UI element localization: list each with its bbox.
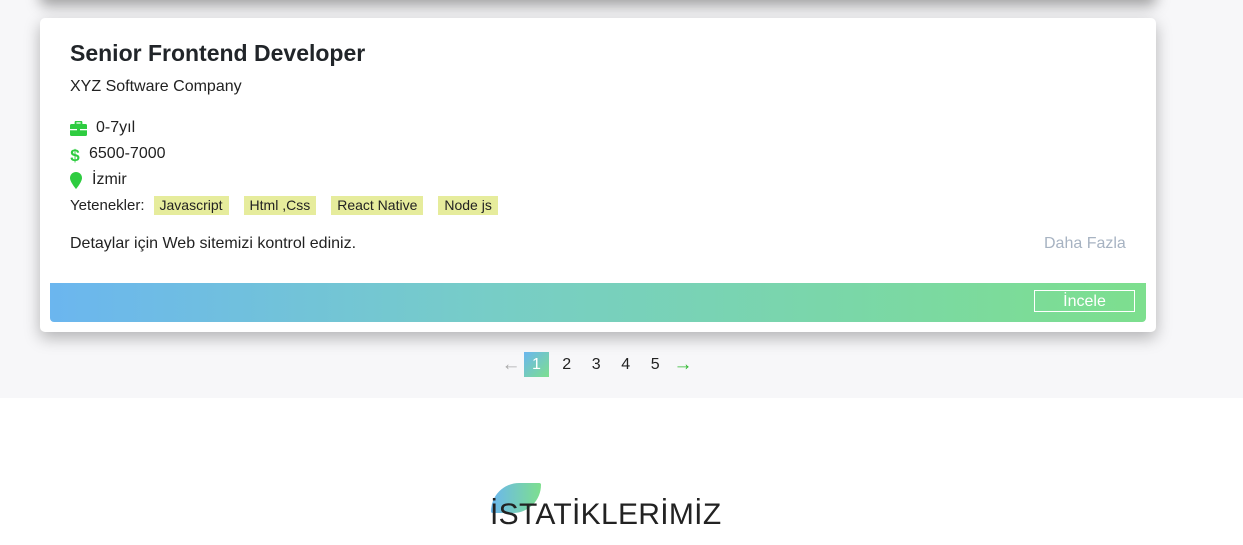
more-details-link[interactable]: Daha Fazla [1044, 235, 1126, 253]
skill-tag: Html ,Css [243, 196, 317, 215]
salary-row: $ 6500-7000 [70, 145, 166, 163]
briefcase-icon [70, 120, 87, 136]
skill-tag: Node js [438, 196, 498, 215]
stats-title: İSTATİKLERİMİZ [490, 498, 722, 531]
page-5-button[interactable]: 5 [641, 352, 671, 377]
page-3-button[interactable]: 3 [582, 352, 612, 377]
pagination: ← 1 2 3 4 5 → [498, 352, 696, 377]
location-value: İzmir [92, 171, 127, 188]
svg-text:$: $ [70, 146, 80, 163]
skills-label: Yetenekler: [70, 197, 145, 214]
skill-tag: Javascript [153, 196, 229, 215]
skills-row: Yetenekler: Javascript Html ,Css React N… [70, 196, 513, 215]
inspect-button[interactable]: İncele [1034, 290, 1135, 312]
page-4-button[interactable]: 4 [611, 352, 641, 377]
location-row: İzmir [70, 171, 127, 189]
map-marker-icon [70, 171, 82, 189]
experience-value: 0-7yıl [96, 119, 136, 136]
stats-heading: İSTATİKLERİMİZ [490, 482, 722, 542]
job-card-body: Senior Frontend Developer XYZ Software C… [50, 28, 1146, 322]
job-card: Senior Frontend Developer XYZ Software C… [40, 18, 1156, 332]
job-title: Senior Frontend Developer [70, 40, 366, 66]
job-description: Detaylar için Web sitemizi kontrol edini… [70, 235, 357, 252]
dollar-icon: $ [70, 146, 80, 163]
previous-page-arrow-icon[interactable]: ← [498, 354, 524, 376]
salary-value: 6500-7000 [89, 145, 166, 162]
experience-row: 0-7yıl [70, 119, 135, 137]
page-2-button[interactable]: 2 [552, 352, 582, 377]
skill-tag: React Native [331, 196, 424, 215]
company-name: XYZ Software Company [70, 78, 242, 95]
next-page-arrow-icon[interactable]: → [670, 354, 696, 376]
card-footer-bar: İncele [50, 283, 1146, 322]
page-1-button[interactable]: 1 [524, 352, 549, 377]
